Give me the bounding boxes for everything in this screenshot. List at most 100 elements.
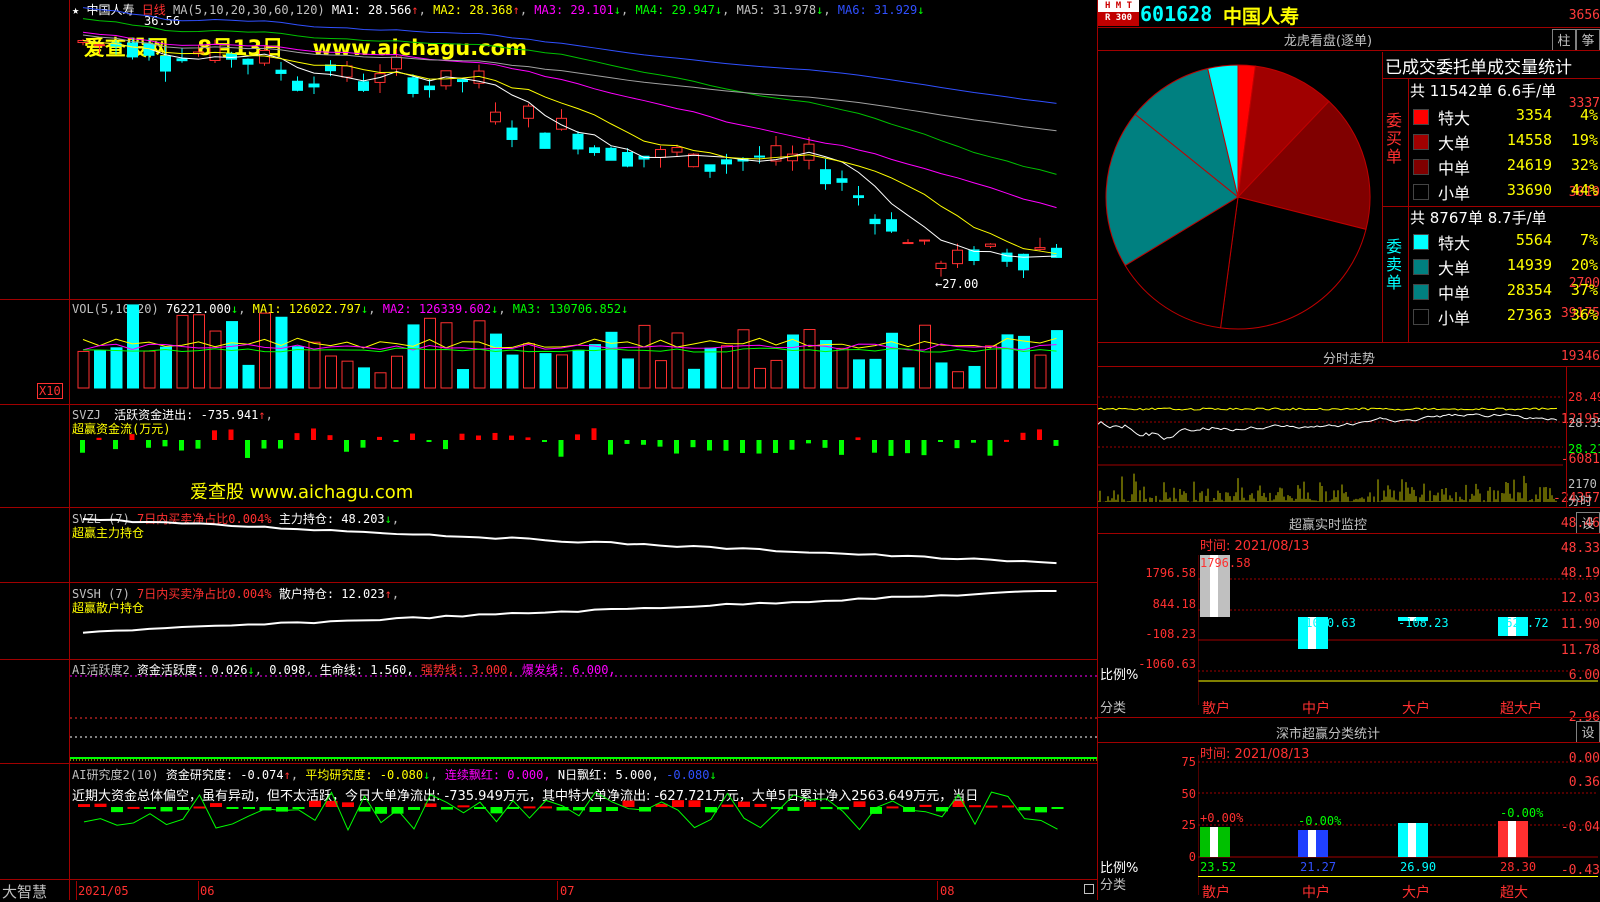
monitor-bar-chart <box>1198 555 1598 705</box>
flow-bar <box>756 440 762 454</box>
sell-header: 共 8767单 8.7手/单 <box>1410 209 1547 227</box>
volume-bar <box>638 324 651 389</box>
volume-bar <box>523 343 535 389</box>
flow-bar <box>806 440 811 444</box>
volume-bar <box>358 367 370 389</box>
flow-bar <box>146 440 151 448</box>
order-percent-value: 19% <box>1570 131 1598 149</box>
volume-bar <box>1034 354 1047 389</box>
sz-settings-button[interactable]: 设 <box>1576 721 1600 743</box>
lock-icon[interactable] <box>1084 884 1094 894</box>
order-pie-chart[interactable] <box>1098 52 1380 342</box>
sz-top-label: -0.00% <box>1500 806 1544 820</box>
research-bar <box>358 807 371 812</box>
flow-bar <box>278 440 283 449</box>
retail-holding-chart <box>82 589 1057 634</box>
candle-body <box>935 262 947 269</box>
intraday-chart[interactable] <box>1098 367 1568 507</box>
flow-bar <box>987 440 993 456</box>
flow-bar <box>575 434 580 440</box>
research-bar <box>754 803 767 807</box>
research-bar <box>886 806 899 809</box>
date-tick: 08 <box>940 884 955 898</box>
volume-bar <box>688 368 700 389</box>
volume-bar <box>919 324 931 389</box>
intraday-price-tick: 28.35 <box>1568 416 1600 430</box>
research-bar <box>820 807 833 810</box>
monitor-category-label: 分类 <box>1100 701 1127 716</box>
research-bar <box>985 805 998 808</box>
order-volume-value: 28354 <box>1506 281 1552 299</box>
legend-swatch <box>1413 134 1429 150</box>
candle-body <box>556 117 567 130</box>
order-percent-value: 4% <box>1579 106 1598 124</box>
order-type-label: 特大 <box>1438 234 1471 253</box>
research-bar <box>721 804 734 807</box>
candle-body <box>457 79 468 83</box>
monitor-bar-label: -108.23 <box>1398 616 1449 630</box>
order-volume-value: 14558 <box>1506 131 1552 149</box>
candlestick-chart[interactable] <box>0 0 1098 300</box>
volume-bar <box>374 372 387 389</box>
monitor-title: 超赢实时监控 <box>1288 518 1367 533</box>
order-type-label: 中单 <box>1438 284 1471 303</box>
flow-bar <box>80 440 85 453</box>
order-volume-value: 3354 <box>1515 106 1552 124</box>
sz-bar-highlight <box>1308 830 1316 857</box>
candle-body <box>292 80 303 91</box>
candle-body <box>358 81 369 91</box>
monitor-y-tick: 844.18 <box>1152 597 1196 611</box>
volume-bar <box>127 304 139 389</box>
candle-body <box>94 44 105 47</box>
sz-bar-highlight <box>1508 821 1516 857</box>
column-view-button[interactable]: 柱 <box>1552 29 1576 51</box>
flow-bar <box>789 440 795 450</box>
monitor-bar-label: 1796.58 <box>1200 556 1251 570</box>
order-volume-value: 14939 <box>1506 256 1552 274</box>
order-percent-value: 37% <box>1570 281 1598 299</box>
volume-bar <box>1001 334 1014 389</box>
sz-y-tick: 75 <box>1181 755 1196 769</box>
candle-body <box>605 147 617 161</box>
sz-cat: 大户 <box>1402 885 1430 901</box>
flow-bar <box>542 440 547 442</box>
flow-bar <box>195 440 201 449</box>
candle-body <box>902 242 914 245</box>
research-bar <box>688 800 701 807</box>
flow-bar <box>393 440 399 442</box>
candle-body <box>407 77 419 94</box>
flow-bar <box>905 440 910 454</box>
volume-bar <box>539 353 552 389</box>
flow-bar <box>212 430 217 440</box>
sz-y-tick: 25 <box>1181 818 1196 832</box>
flow-bar <box>129 434 135 440</box>
order-type-label: 小单 <box>1438 309 1471 328</box>
flow-bar <box>476 435 481 440</box>
volume-bar <box>985 345 997 389</box>
intraday-price-tick: 28.21 <box>1568 442 1600 456</box>
monitor-settings-button[interactable]: 设 <box>1576 512 1600 534</box>
flow-bar <box>1020 432 1026 440</box>
flow-bar <box>1037 429 1042 440</box>
sz-y-tick: 50 <box>1181 787 1196 801</box>
research-bar <box>540 806 552 809</box>
research-bar <box>606 807 618 812</box>
volume-bar <box>94 350 106 389</box>
research-bar <box>1018 807 1031 811</box>
volume-bar <box>1018 335 1030 389</box>
research-bar <box>94 803 107 807</box>
flow-bar <box>888 440 894 456</box>
monitor-ratio-label: 比例% <box>1100 668 1139 683</box>
volume-bar <box>589 344 601 389</box>
flow-bar <box>624 440 630 444</box>
flow-bar <box>492 432 498 440</box>
research-bar <box>1002 805 1014 808</box>
monitor-cat: 散户 <box>1202 701 1230 717</box>
order-type-label: 大单 <box>1438 259 1471 278</box>
kite-view-button[interactable]: 筝 <box>1576 29 1600 51</box>
candle-body <box>523 105 534 119</box>
volume-bar <box>160 346 172 389</box>
buy-header: 共 11542单 6.6手/单 <box>1410 82 1557 100</box>
volume-bar <box>754 367 766 389</box>
flow-bar <box>971 440 976 443</box>
